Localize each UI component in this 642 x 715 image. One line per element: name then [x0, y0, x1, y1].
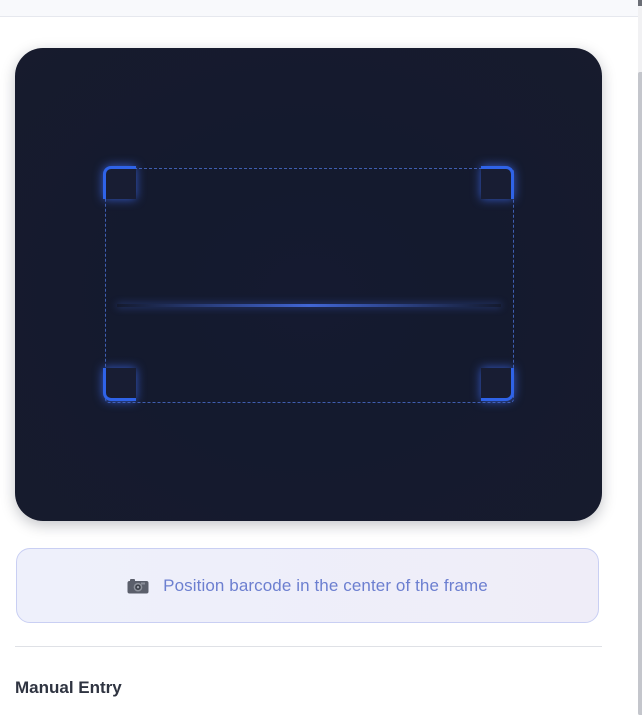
scan-frame	[105, 168, 514, 403]
scrollbar[interactable]	[638, 0, 642, 715]
scan-hint-banner: Position barcode in the center of the fr…	[16, 548, 599, 623]
frame-corner-top-left	[103, 166, 136, 199]
scan-hint-text: Position barcode in the center of the fr…	[163, 575, 488, 595]
scrollbar-arrow[interactable]	[638, 0, 642, 6]
top-bar	[0, 0, 642, 17]
barcode-scanner-page: Position barcode in the center of the fr…	[0, 0, 642, 715]
section-divider	[15, 646, 602, 647]
camera-icon	[127, 578, 149, 594]
frame-corner-bottom-left	[103, 368, 136, 401]
camera-viewfinder[interactable]	[15, 48, 602, 521]
scrollbar-thumb[interactable]	[638, 72, 642, 715]
frame-corner-top-right	[481, 166, 514, 199]
manual-entry-title: Manual Entry	[15, 678, 122, 697]
scan-line	[117, 304, 501, 307]
frame-corner-bottom-right	[481, 368, 514, 401]
